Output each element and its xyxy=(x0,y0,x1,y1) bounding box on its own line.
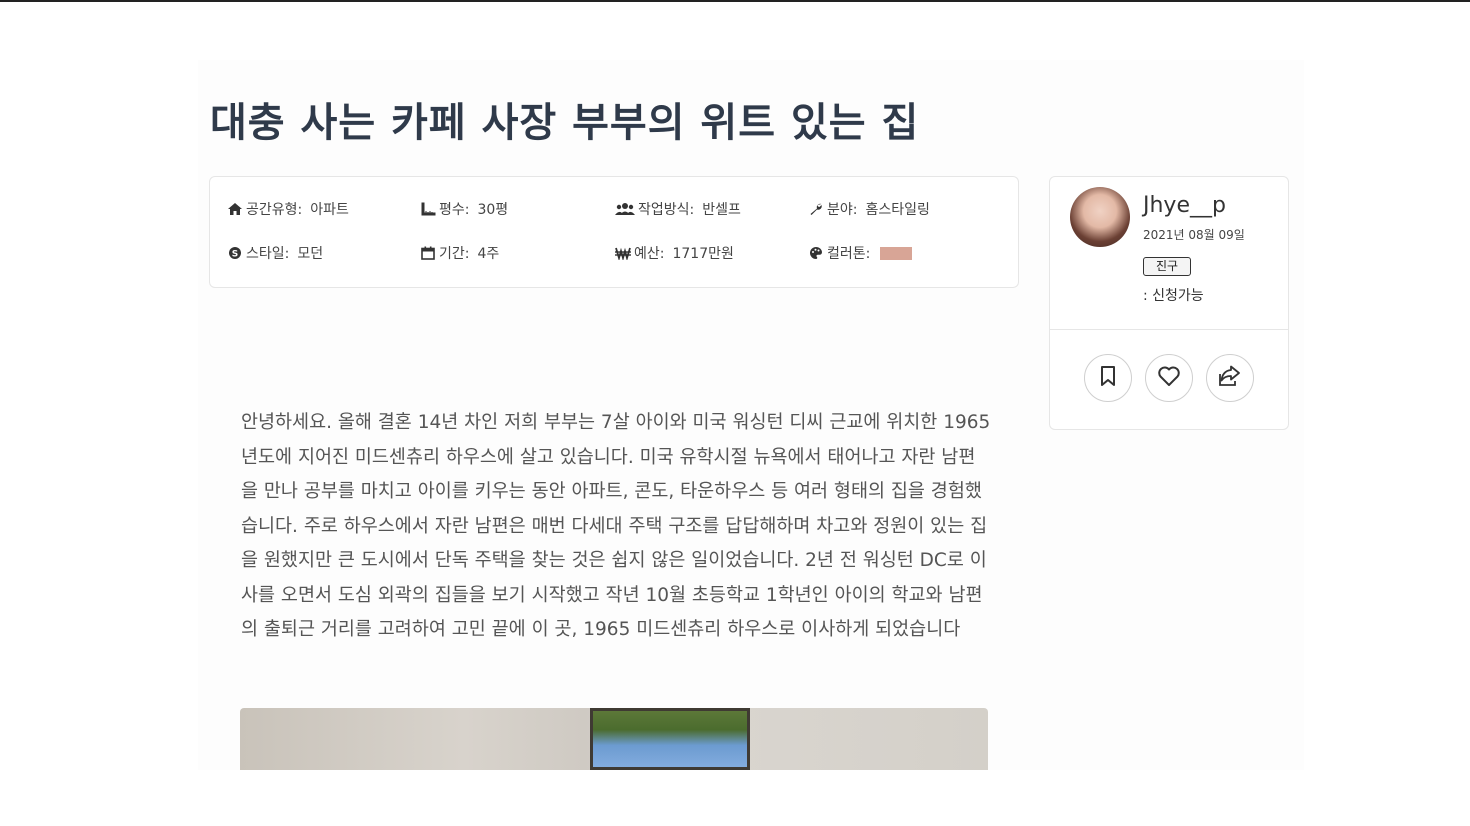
info-budget: 예산: 1717만원 xyxy=(615,243,734,263)
won-icon xyxy=(615,245,631,261)
wrench-icon xyxy=(808,201,824,217)
work-method-label: 작업방식: xyxy=(638,202,695,218)
article-photo xyxy=(240,708,988,770)
info-size: 평수: 30평 xyxy=(420,199,508,219)
photo-window xyxy=(590,708,750,770)
palette-icon xyxy=(808,245,824,261)
space-type-value: 아파트 xyxy=(310,202,349,218)
info-box: 공간유형: 아파트 평수: 30평 작업방식: 반셀프 분야: 홈스타일링 S … xyxy=(209,176,1019,288)
bookmark-icon xyxy=(1099,365,1117,391)
svg-text:S: S xyxy=(232,250,238,260)
author-join-date: 2021년 08월 09일 xyxy=(1143,228,1245,242)
style-label: 스타일: xyxy=(246,246,290,262)
author-badge: 진구 xyxy=(1143,257,1191,276)
heart-icon xyxy=(1157,365,1181,391)
author-card: Jhye__p 2021년 08월 09일 진구 : 신청가능 xyxy=(1049,176,1289,430)
info-field: 분야: 홈스타일링 xyxy=(808,199,930,219)
users-icon xyxy=(615,201,635,217)
period-value: 4주 xyxy=(477,246,500,262)
share-icon xyxy=(1217,365,1243,391)
color-tone-label: 컬러톤: xyxy=(827,246,871,262)
budget-value: 1717만원 xyxy=(672,246,734,262)
size-label: 평수: xyxy=(439,202,470,218)
work-method-value: 반셀프 xyxy=(702,202,741,218)
info-style: S 스타일: 모던 xyxy=(227,243,323,263)
info-space-type: 공간유형: 아파트 xyxy=(227,199,349,219)
article-paragraph: 안녕하세요. 올해 결혼 14년 차인 저희 부부는 7살 아이와 미국 워싱턴… xyxy=(241,412,991,640)
author-username[interactable]: Jhye__p xyxy=(1143,193,1226,218)
skype-icon: S xyxy=(227,245,243,261)
info-period: 기간: 4주 xyxy=(420,243,499,263)
page-title: 대충 사는 카페 사장 부부의 위트 있는 집 xyxy=(210,100,920,146)
calendar-icon xyxy=(420,245,436,261)
color-tone-swatch xyxy=(880,246,913,260)
ruler-icon xyxy=(420,201,436,217)
share-button[interactable] xyxy=(1206,354,1254,402)
size-value: 30평 xyxy=(477,202,509,218)
card-divider xyxy=(1050,329,1288,330)
bookmark-button[interactable] xyxy=(1084,354,1132,402)
space-type-label: 공간유형: xyxy=(246,202,303,218)
avatar[interactable] xyxy=(1070,187,1130,247)
period-label: 기간: xyxy=(439,246,470,262)
page-container: 대충 사는 카페 사장 부부의 위트 있는 집 공간유형: 아파트 평수: 30… xyxy=(198,60,1304,770)
author-status: : 신청가능 xyxy=(1143,288,1204,304)
photo-window-frame xyxy=(590,708,750,770)
field-value: 홈스타일링 xyxy=(865,202,930,218)
field-label: 분야: xyxy=(827,202,858,218)
like-button[interactable] xyxy=(1145,354,1193,402)
style-value: 모던 xyxy=(297,246,324,262)
budget-label: 예산: xyxy=(634,246,665,262)
info-color-tone: 컬러톤: xyxy=(808,243,913,263)
info-work-method: 작업방식: 반셀프 xyxy=(615,199,741,219)
home-icon xyxy=(227,201,243,217)
article-content: 안녕하세요. 올해 결혼 14년 차인 저희 부부는 7살 아이와 미국 워싱턴… xyxy=(241,406,991,648)
top-border xyxy=(0,0,1470,2)
